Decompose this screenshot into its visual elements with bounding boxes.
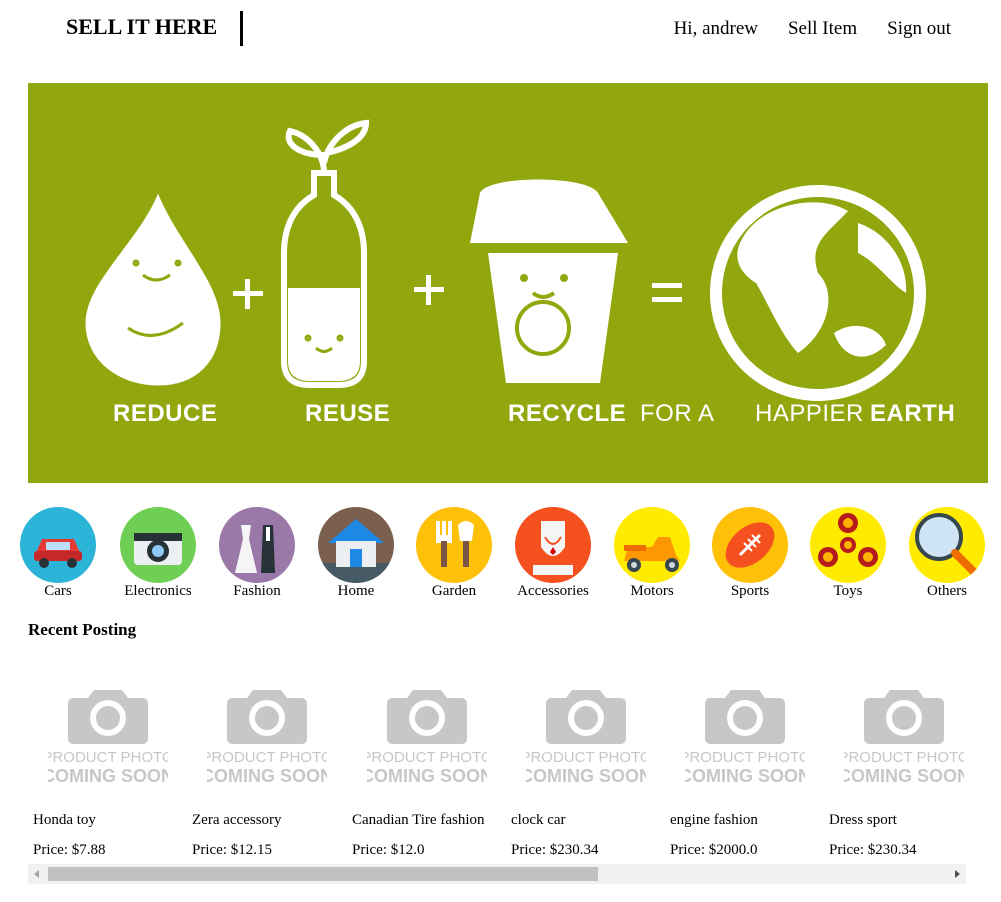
necklace-icon [515,507,591,583]
car-icon [20,507,96,583]
placeholder-line2: COMING SOON [844,766,964,786]
photo-placeholder-icon: PRODUCT PHOTO COMING SOON [685,690,805,786]
category-label: Sports [730,583,770,599]
product-price: Price: $230.34 [829,842,917,858]
product-price: Price: $12.15 [192,842,272,858]
category-label: Motors [630,583,674,599]
hero-word-reduce: REDUCE [113,400,218,427]
camera-icon [120,507,196,583]
category-label: Toys [833,583,863,599]
placeholder-line2: COMING SOON [367,766,487,786]
placeholder-line1: PRODUCT PHOTO [207,749,327,766]
scroll-right-arrow-icon[interactable] [948,864,966,884]
category-toys[interactable]: Toys [800,507,896,600]
scooter-icon [614,507,690,583]
category-garden[interactable]: Garden [406,507,502,600]
water-drop-icon [85,193,221,386]
site-logo[interactable]: SELL IT HERE [66,14,217,40]
top-nav: Hi, andrew Sell Item Sign out [674,18,951,40]
category-others[interactable]: Others [899,507,995,600]
hero-banner: REDUCE REUSE RECYCLE FOR A HAPPIER EARTH [28,83,988,483]
product-list-scrollbar[interactable] [28,864,966,884]
placeholder-line1: PRODUCT PHOTO [844,749,964,766]
fidget-spinner-icon [810,507,886,583]
recycle-bin-icon [470,179,628,243]
photo-placeholder-icon: PRODUCT PHOTO COMING SOON [844,690,964,786]
placeholder-line1: PRODUCT PHOTO [367,749,487,766]
category-electronics[interactable]: Electronics [110,507,206,600]
product-name: Zera accessory [192,812,282,828]
category-label: Home [337,583,375,599]
product-price: Price: $230.34 [511,842,599,858]
hero-word-earth: EARTH [870,400,956,427]
header-divider [240,11,243,46]
clothes-icon [219,507,295,583]
product-price: Price: $2000.0 [670,842,758,858]
placeholder-line2: COMING SOON [526,766,646,786]
category-accessories[interactable]: Accessories [505,507,601,600]
placeholder-line1: PRODUCT PHOTO [685,749,805,766]
category-sports[interactable]: Sports [702,507,798,600]
product-name: Honda toy [33,812,96,828]
photo-placeholder-icon: PRODUCT PHOTO COMING SOON [48,690,168,786]
placeholder-line2: COMING SOON [207,766,327,786]
product-price: Price: $12.0 [352,842,425,858]
hero-word-recycle: RECYCLE [508,400,627,427]
product-price: Price: $7.88 [33,842,106,858]
product-name: clock car [511,812,566,828]
placeholder-line2: COMING SOON [685,766,805,786]
placeholder-line1: PRODUCT PHOTO [526,749,646,766]
recent-posting-heading: Recent Posting [28,620,137,639]
category-label: Others [927,583,967,599]
house-icon [318,507,394,583]
football-icon [712,507,788,583]
category-label: Cars [44,583,72,599]
sell-item-link[interactable]: Sell Item [788,18,857,40]
photo-placeholder-icon: PRODUCT PHOTO COMING SOON [526,690,646,786]
photo-placeholder-icon: PRODUCT PHOTO COMING SOON [367,690,487,786]
user-greeting-link[interactable]: Hi, andrew [674,18,758,40]
product-name: Dress sport [829,812,897,828]
scrollbar-thumb[interactable] [48,867,598,881]
category-list: Cars Electronics Fashion Home Garden Acc… [14,507,1001,601]
magnifier-icon [909,507,985,583]
garden-tools-icon [416,507,492,583]
placeholder-line1: PRODUCT PHOTO [48,749,168,766]
hero-word-reuse: REUSE [305,400,391,427]
placeholder-line2: COMING SOON [48,766,168,786]
hero-word-for-a: FOR A [640,400,715,427]
category-label: Electronics [124,583,192,599]
product-name: engine fashion [670,812,758,828]
category-label: Fashion [233,583,281,599]
category-label: Garden [431,583,477,599]
category-home[interactable]: Home [308,507,404,600]
scroll-left-arrow-icon[interactable] [28,864,46,884]
product-list: PRODUCT PHOTO COMING SOON Honda toy Pric… [28,670,966,863]
hero-word-happier: HAPPIER [755,400,864,427]
category-motors[interactable]: Motors [604,507,700,600]
category-label: Accessories [517,583,589,599]
category-cars[interactable]: Cars [14,507,106,600]
category-fashion[interactable]: Fashion [209,507,305,600]
photo-placeholder-icon: PRODUCT PHOTO COMING SOON [207,690,327,786]
product-name: Canadian Tire fashion [352,812,485,828]
sign-out-link[interactable]: Sign out [887,18,951,40]
